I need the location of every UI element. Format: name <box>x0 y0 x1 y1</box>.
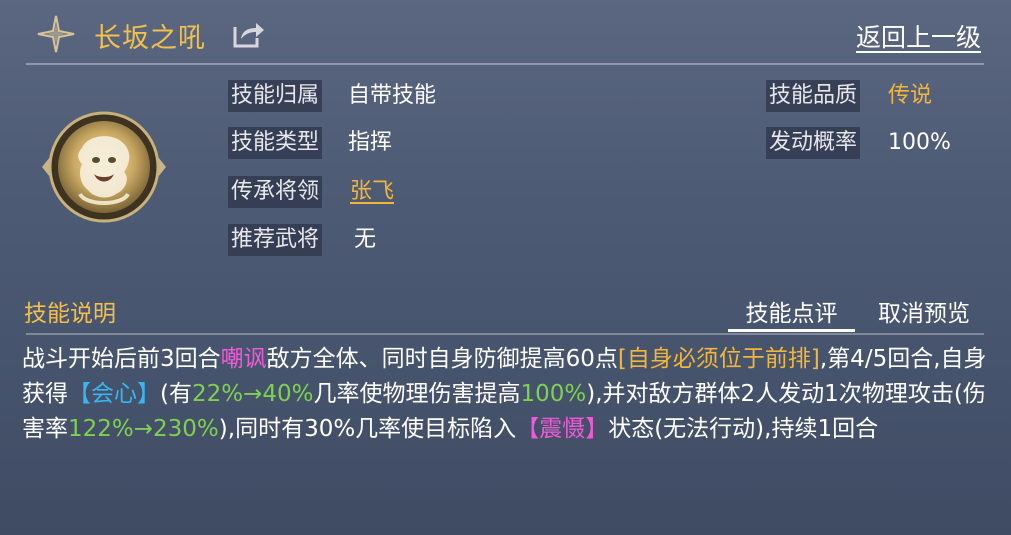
label-skill-type: 技能类型 <box>228 127 323 159</box>
desc-keyword-taunt: 嘲讽 <box>220 346 267 372</box>
value-trigger-chance: 100% <box>888 130 951 155</box>
roaring-beast-skill-icon <box>42 111 166 223</box>
skill-detail-panel: 长坂之吼 返回上一级 技能归属 自带技能 技能类型 指挥 传承将领 张飞 推荐武 <box>0 0 1011 535</box>
section-divider <box>26 333 984 335</box>
desc-text: 敌方全体、同时自身防御提高60点 <box>266 346 618 372</box>
desc-value-chance: 22%→40% <box>191 381 314 407</box>
skill-description: 战斗开始后前3回合嘲讽敌方全体、同时自身防御提高60点[自身必须位于前排],第4… <box>22 342 987 447</box>
desc-text: 战斗开始后前3回合 <box>22 346 221 372</box>
header-divider <box>26 63 984 65</box>
label-skill-quality: 技能品质 <box>766 80 861 112</box>
header: 长坂之吼 返回上一级 <box>0 0 1011 65</box>
star-ornament-icon <box>37 15 75 53</box>
tab-skill-comment[interactable]: 技能点评 <box>728 294 855 332</box>
desc-text: 几率使物理伤害提高 <box>313 381 521 407</box>
inherit-general-link[interactable]: 张飞 <box>350 176 394 208</box>
desc-text: ),同时有30%几率使目标陷入 <box>218 416 517 442</box>
back-button[interactable]: 返回上一级 <box>856 18 981 54</box>
desc-keyword-stun: 【震慑】 <box>516 416 609 442</box>
desc-keyword-front-row: [自身必须位于前排] <box>617 346 820 372</box>
cancel-preview-button[interactable]: 取消预览 <box>878 294 970 328</box>
value-skill-quality: 传说 <box>888 83 933 108</box>
label-inherit-general: 传承将领 <box>228 176 323 208</box>
desc-text: (有 <box>160 381 192 407</box>
value-recommend-general: 无 <box>354 227 377 252</box>
desc-value-damage-bonus: 100% <box>520 381 587 407</box>
skill-title: 长坂之吼 <box>94 23 206 54</box>
desc-keyword-crit: 【会心】 <box>68 381 160 407</box>
desc-text: 状态(无法行动),持续1回合 <box>608 416 879 442</box>
share-icon[interactable] <box>232 19 266 49</box>
label-skill-belong: 技能归属 <box>228 80 323 112</box>
label-recommend-general: 推荐武将 <box>228 224 323 256</box>
value-skill-type: 指挥 <box>348 130 393 155</box>
section-title-skill-description: 技能说明 <box>24 301 116 327</box>
desc-value-damage-rate: 122%→230% <box>68 416 219 442</box>
value-skill-belong: 自带技能 <box>348 83 437 108</box>
label-trigger-chance: 发动概率 <box>766 127 861 159</box>
